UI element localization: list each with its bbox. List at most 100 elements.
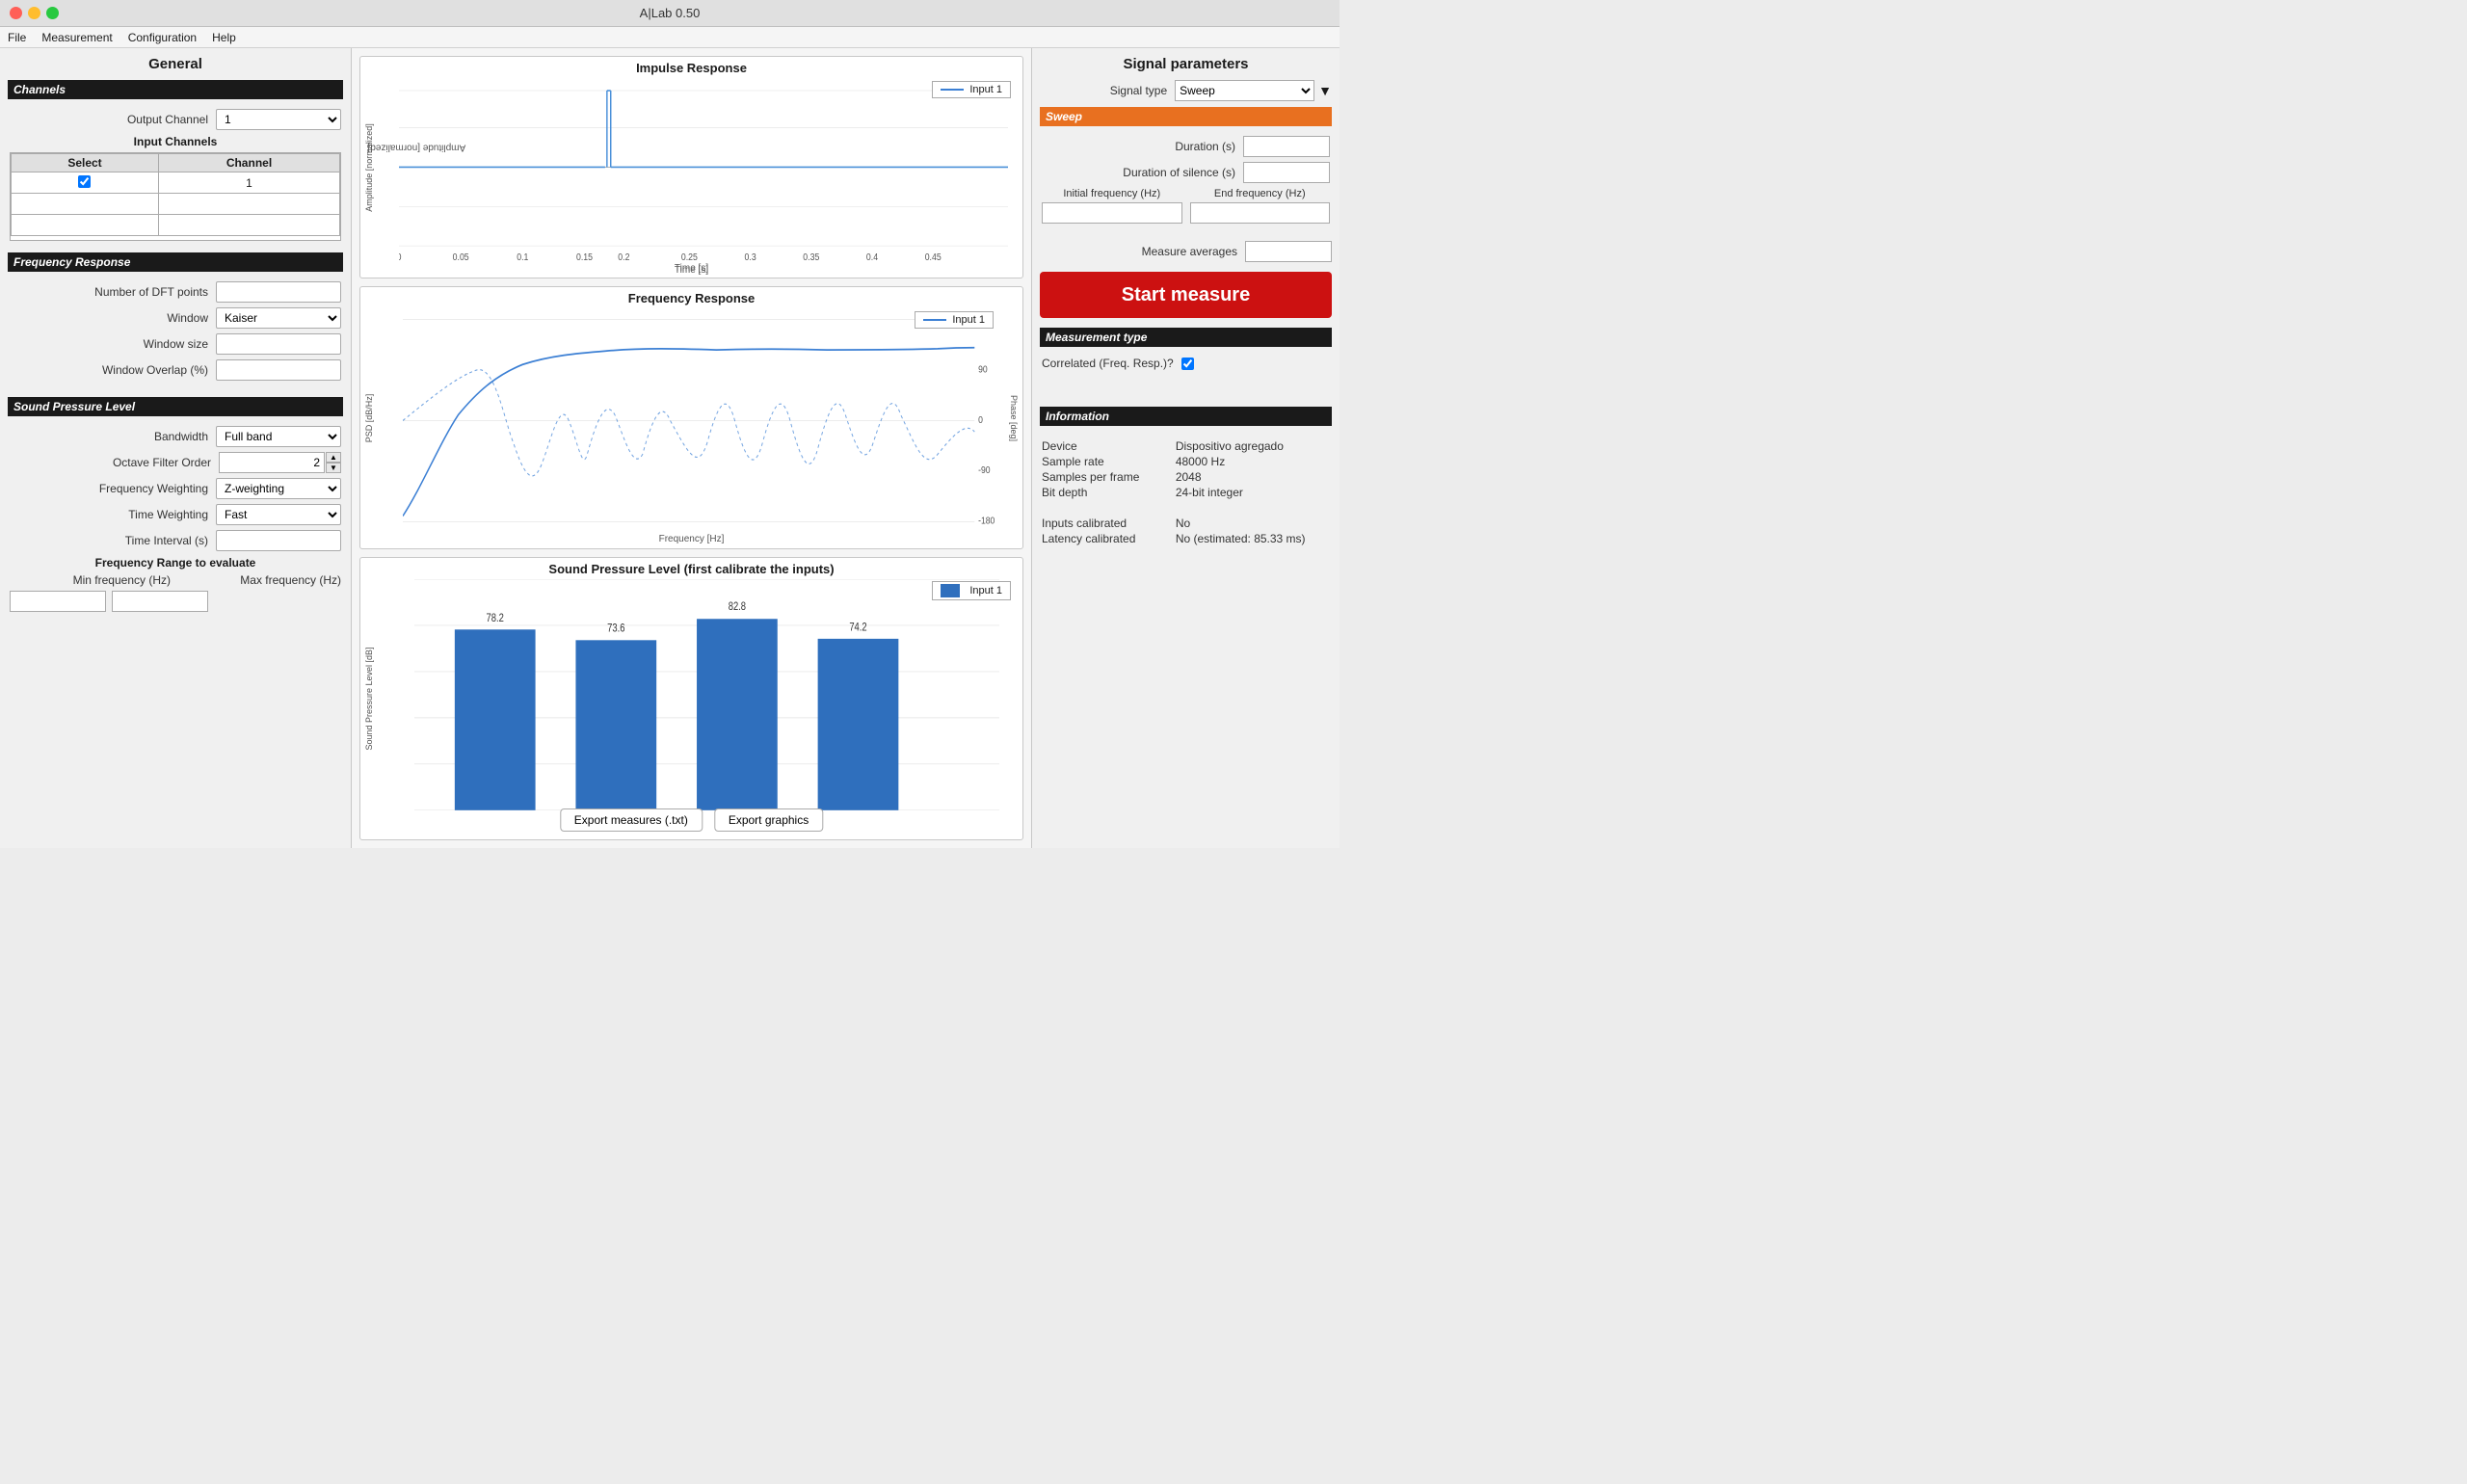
freq-legend-line (923, 319, 946, 321)
channel-select-cell[interactable] (12, 172, 159, 194)
channels-section-header: Channels (8, 80, 343, 99)
svg-text:74.2: 74.2 (849, 621, 866, 633)
left-panel: General Channels Output Channel 1 Input … (0, 48, 352, 848)
bit-depth-val: 24-bit integer (1176, 486, 1330, 499)
silence-input[interactable]: 0.5 (1243, 162, 1330, 183)
impulse-xlabel-text: Time [s] (675, 263, 708, 274)
menu-help[interactable]: Help (212, 31, 236, 44)
impulse-legend-label: Input 1 (969, 84, 1002, 95)
bandwidth-select[interactable]: Full band Octave 1/3 Octave (216, 426, 341, 447)
freq-weighting-select[interactable]: Z-weighting A-weighting C-weighting (216, 478, 341, 499)
right-panel-title: Signal parameters (1040, 56, 1332, 72)
bar-lpeak (697, 619, 778, 810)
impulse-svg: 1 0.5 0 -0.5 -1 (399, 76, 1008, 262)
min-freq-input[interactable]: 22 (10, 591, 106, 612)
spl-body: Bandwidth Full band Octave 1/3 Octave Oc… (8, 422, 343, 620)
close-button[interactable] (10, 7, 22, 19)
channel-checkbox[interactable] (78, 175, 91, 188)
spl-ylabel-text: Sound Pressure Level [dB] (364, 648, 374, 751)
init-freq-label: Initial frequency (Hz) (1042, 188, 1182, 199)
start-measure-button[interactable]: Start measure (1040, 272, 1332, 318)
duration-input[interactable]: 1 (1243, 136, 1330, 157)
device-key: Device (1042, 439, 1164, 453)
bar-lmax (818, 639, 899, 810)
latency-cal-val: No (estimated: 85.33 ms) (1176, 532, 1330, 545)
table-row-empty2 (12, 215, 340, 236)
spinner-buttons: ▲ ▼ (326, 452, 341, 473)
dft-input[interactable]: 2048 (216, 281, 341, 303)
svg-text:0.05: 0.05 (453, 252, 469, 262)
spl-chart-container: Sound Pressure Level (first calibrate th… (359, 557, 1023, 840)
bar-ls (455, 629, 536, 810)
legend-line (941, 89, 964, 91)
silence-row: Duration of silence (s) 0.5 (1042, 162, 1330, 183)
end-freq-input[interactable]: 22000 (1190, 202, 1331, 224)
menu-measurement[interactable]: Measurement (41, 31, 112, 44)
spl-chart-title: Sound Pressure Level (first calibrate th… (360, 558, 1022, 578)
sample-rate-key: Sample rate (1042, 455, 1164, 468)
max-freq-input[interactable]: 22050 (112, 591, 208, 612)
window-size-input[interactable]: 256 (216, 333, 341, 355)
spinner-up[interactable]: ▲ (326, 452, 341, 463)
svg-text:78.2: 78.2 (487, 612, 504, 624)
meas-type-body: Correlated (Freq. Resp.)? (1040, 353, 1332, 380)
main-layout: General Channels Output Channel 1 Input … (0, 48, 1340, 848)
time-weighting-label: Time Weighting (10, 508, 216, 521)
app-title: A|Lab 0.50 (640, 6, 701, 20)
bit-depth-key: Bit depth (1042, 486, 1164, 499)
init-freq-input[interactable]: 10 (1042, 202, 1182, 224)
max-freq-label: Max frequency (Hz) (180, 573, 341, 587)
freq-ylabel-right: Phase [deg] (1009, 395, 1019, 441)
window-overlap-input[interactable]: 50 (216, 359, 341, 381)
spl-legend: Input 1 (932, 581, 1011, 600)
freq-inputs-row: 10 22000 (1042, 202, 1330, 224)
signal-type-row: Signal type Sweep White noise Pink noise… (1040, 80, 1332, 101)
svg-text:0.15: 0.15 (576, 252, 593, 262)
freq-svg: 0 -50 -100 180 90 0 -90 -180 16 31.5 63 … (403, 308, 1002, 533)
measure-avg-input[interactable]: 1 (1245, 241, 1332, 262)
maximize-button[interactable] (46, 7, 59, 19)
freq-range-inputs-row: 22 22050 (10, 591, 341, 612)
export-graphics-button[interactable]: Export graphics (714, 808, 823, 832)
time-weighting-select[interactable]: Fast Slow Impulse (216, 504, 341, 525)
window-overlap-label: Window Overlap (%) (10, 363, 216, 377)
time-interval-input[interactable]: 0.5 (216, 530, 341, 551)
correlated-checkbox[interactable] (1181, 358, 1194, 370)
freq-range-labels-row: Min frequency (Hz) Max frequency (Hz) (10, 573, 341, 587)
window-row: Window Kaiser Hanning Hamming Rectangula… (10, 307, 341, 329)
menubar: File Measurement Configuration Help (0, 27, 1340, 48)
svg-text:0.3: 0.3 (745, 252, 756, 262)
svg-text:0.25: 0.25 (681, 252, 698, 262)
samples-frame-key: Samples per frame (1042, 470, 1164, 484)
signal-type-select[interactable]: Sweep White noise Pink noise (1175, 80, 1314, 101)
svg-text:0.1: 0.1 (517, 252, 528, 262)
svg-text:0.45: 0.45 (925, 252, 942, 262)
menu-file[interactable]: File (8, 31, 26, 44)
svg-text:82.8: 82.8 (729, 600, 746, 613)
meas-type-header: Measurement type (1040, 328, 1332, 347)
minimize-button[interactable] (28, 7, 40, 19)
table-row-empty (12, 194, 340, 215)
time-weighting-row: Time Weighting Fast Slow Impulse (10, 504, 341, 525)
freq-chart-title: Frequency Response (360, 287, 1022, 307)
output-channel-select[interactable]: 1 (216, 109, 341, 130)
menu-configuration[interactable]: Configuration (128, 31, 197, 44)
window-select[interactable]: Kaiser Hanning Hamming Rectangular (216, 307, 341, 329)
spacer (1040, 387, 1332, 407)
svg-text:0.4: 0.4 (866, 252, 878, 262)
export-measures-button[interactable]: Export measures (.txt) (560, 808, 703, 832)
info-grid: Device Dispositivo agregado Sample rate … (1042, 439, 1330, 545)
spl-header: Sound Pressure Level (8, 397, 343, 416)
octave-order-input[interactable] (219, 452, 325, 473)
freq-chart-container: Frequency Response Input 1 0 -50 -100 18… (359, 286, 1023, 549)
svg-text:0.2: 0.2 (618, 252, 629, 262)
sample-rate-val: 48000 Hz (1176, 455, 1330, 468)
spl-legend-color (941, 584, 960, 597)
freq-response-body: Number of DFT points 2048 Window Kaiser … (8, 278, 343, 389)
col-channel: Channel (158, 154, 339, 172)
end-freq-label: End frequency (Hz) (1190, 188, 1331, 199)
spinner-down[interactable]: ▼ (326, 463, 341, 473)
bandwidth-row: Bandwidth Full band Octave 1/3 Octave (10, 426, 341, 447)
titlebar-buttons (10, 7, 59, 19)
time-interval-row: Time Interval (s) 0.5 (10, 530, 341, 551)
